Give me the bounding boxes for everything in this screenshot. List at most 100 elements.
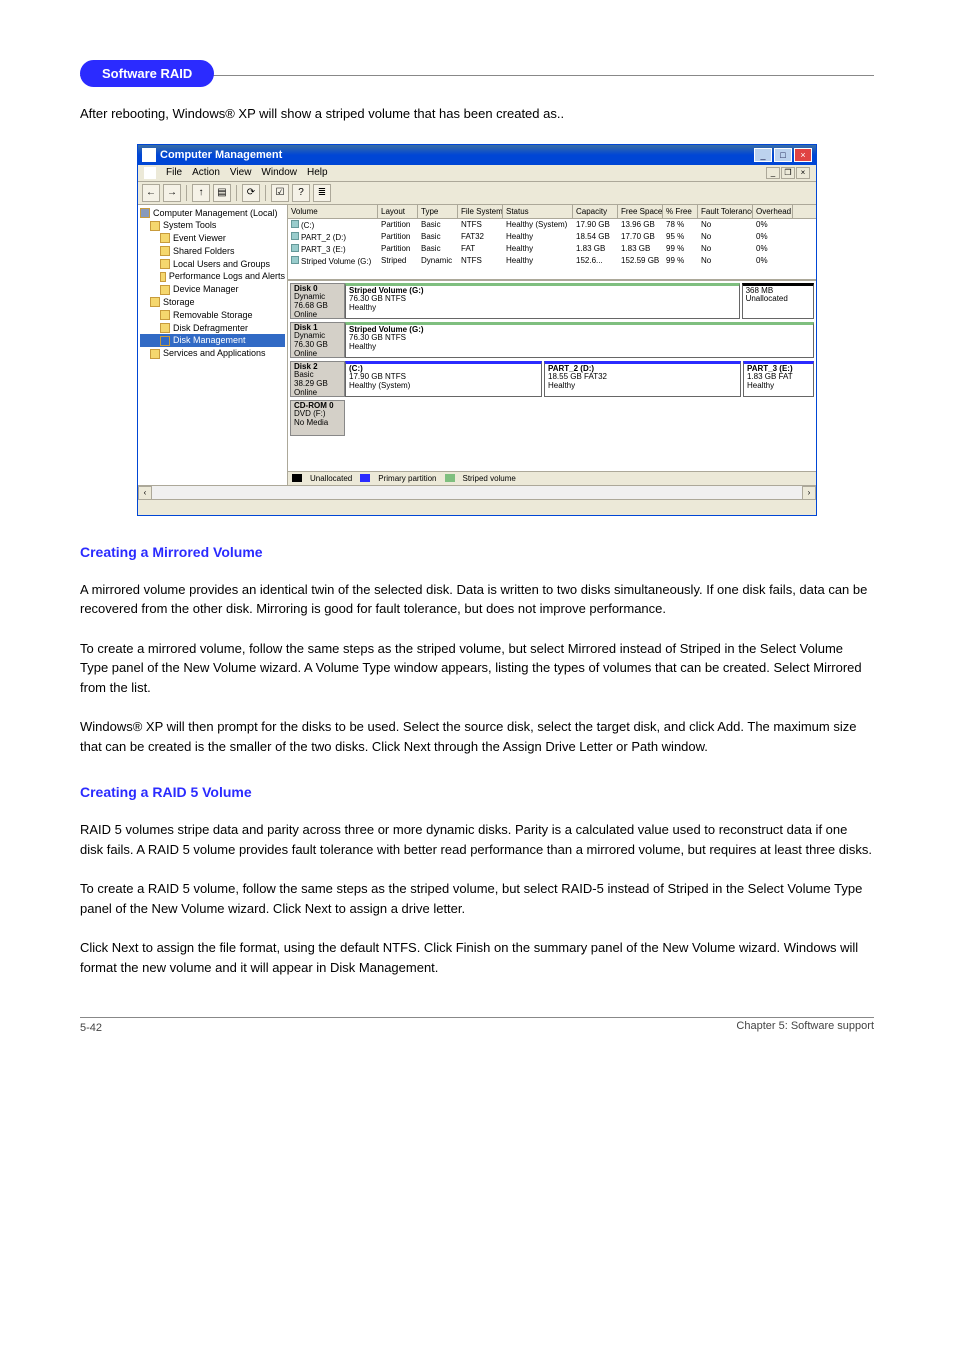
- users-icon: [160, 259, 170, 269]
- disk-partitions: Striped Volume (G:)76.30 GB NTFSHealthy: [345, 322, 814, 358]
- tree-disk-defrag[interactable]: Disk Defragmenter: [140, 322, 285, 335]
- vol-type: Basic: [418, 231, 458, 242]
- volume-row[interactable]: PART_2 (D:)PartitionBasicFAT32Healthy18.…: [288, 231, 816, 243]
- tree-storage[interactable]: Storage: [140, 296, 285, 309]
- tree-services-apps[interactable]: Services and Applications: [140, 347, 285, 360]
- disk-partition[interactable]: PART_3 (E:)1.83 GB FATHealthy: [743, 361, 814, 397]
- vol-status: Healthy: [503, 231, 573, 242]
- back-button[interactable]: ←: [142, 184, 160, 202]
- mdi-close[interactable]: ×: [796, 167, 810, 179]
- mdi-minimize[interactable]: _: [766, 167, 780, 179]
- col-volume[interactable]: Volume: [288, 205, 378, 218]
- col-fault[interactable]: Fault Tolerance: [698, 205, 753, 218]
- col-layout[interactable]: Layout: [378, 205, 418, 218]
- mdi-restore[interactable]: ❐: [781, 167, 795, 179]
- folder-icon: [150, 349, 160, 359]
- vol-type: Dynamic: [418, 255, 458, 266]
- vol-capacity: 1.83 GB: [573, 243, 618, 254]
- legend-swatch-unallocated: [292, 474, 302, 482]
- disk-map[interactable]: Disk 0Dynamic76.68 GBOnlineStriped Volum…: [288, 279, 816, 471]
- legend-swatch-primary: [360, 474, 370, 482]
- scroll-right-button[interactable]: ›: [802, 486, 816, 500]
- up-button[interactable]: ↑: [192, 184, 210, 202]
- maximize-button[interactable]: □: [774, 148, 792, 162]
- vol-free: 17.70 GB: [618, 231, 663, 242]
- vol-fs: NTFS: [458, 219, 503, 230]
- volume-row[interactable]: (C:)PartitionBasicNTFSHealthy (System)17…: [288, 219, 816, 231]
- properties-button[interactable]: ☑: [271, 184, 289, 202]
- disk-label[interactable]: Disk 2Basic38.29 GBOnline: [290, 361, 345, 397]
- disk-partition[interactable]: PART_2 (D:)18.55 GB FAT32Healthy: [544, 361, 741, 397]
- disk-partition[interactable]: Striped Volume (G:)76.30 GB NTFSHealthy: [345, 283, 740, 319]
- help-button[interactable]: ?: [292, 184, 310, 202]
- vol-free: 1.83 GB: [618, 243, 663, 254]
- toolbar-separator: [236, 185, 237, 201]
- intro-text: After rebooting, Windows® XP will show a…: [80, 104, 874, 124]
- refresh-button[interactable]: ⟳: [242, 184, 260, 202]
- list-view-button[interactable]: ≣: [313, 184, 331, 202]
- disk-mgmt-icon: [160, 336, 170, 346]
- menu-help[interactable]: Help: [307, 167, 328, 178]
- volume-row[interactable]: Striped Volume (G:)StripedDynamicNTFSHea…: [288, 255, 816, 267]
- show-hide-tree-button[interactable]: ▤: [213, 184, 231, 202]
- mirrored-heading: Creating a Mirrored Volume: [80, 544, 874, 560]
- window-title: Computer Management: [160, 149, 754, 161]
- menu-window[interactable]: Window: [261, 167, 297, 178]
- col-pctfree[interactable]: % Free: [663, 205, 698, 218]
- tree-system-tools[interactable]: System Tools: [140, 219, 285, 232]
- menu-action[interactable]: Action: [192, 167, 220, 178]
- scroll-track[interactable]: [152, 486, 802, 499]
- device-manager-icon: [160, 285, 170, 295]
- horizontal-scrollbar[interactable]: ‹ ›: [138, 485, 816, 499]
- vol-layout: Partition: [378, 231, 418, 242]
- disk-label[interactable]: Disk 0Dynamic76.68 GBOnline: [290, 283, 345, 319]
- volume-list-header[interactable]: Volume Layout Type File System Status Ca…: [288, 205, 816, 219]
- vol-fs: FAT: [458, 243, 503, 254]
- disk-partition[interactable]: (C:)17.90 GB NTFSHealthy (System): [345, 361, 542, 397]
- volume-icon: [291, 232, 299, 240]
- menu-file[interactable]: File: [166, 167, 182, 178]
- tree-shared-folders[interactable]: Shared Folders: [140, 245, 285, 258]
- volume-list[interactable]: (C:)PartitionBasicNTFSHealthy (System)17…: [288, 219, 816, 279]
- disk-label[interactable]: CD-ROM 0DVD (F:)No Media: [290, 400, 345, 436]
- scroll-left-button[interactable]: ‹: [138, 486, 152, 500]
- col-filesystem[interactable]: File System: [458, 205, 503, 218]
- close-button[interactable]: ×: [794, 148, 812, 162]
- vol-capacity: 18.54 GB: [573, 231, 618, 242]
- disk-partition[interactable]: 368 MBUnallocated: [742, 283, 814, 319]
- tree-local-users[interactable]: Local Users and Groups: [140, 258, 285, 271]
- vol-ft: No: [698, 219, 753, 230]
- menu-view[interactable]: View: [230, 167, 252, 178]
- col-freespace[interactable]: Free Space: [618, 205, 663, 218]
- col-capacity[interactable]: Capacity: [573, 205, 618, 218]
- tree-pane[interactable]: Computer Management (Local) System Tools…: [138, 205, 288, 485]
- tree-disk-management[interactable]: Disk Management: [140, 334, 285, 347]
- statusbar: [138, 499, 816, 515]
- vol-ft: No: [698, 255, 753, 266]
- disk-partition[interactable]: Striped Volume (G:)76.30 GB NTFSHealthy: [345, 322, 814, 358]
- col-status[interactable]: Status: [503, 205, 573, 218]
- vol-capacity: 17.90 GB: [573, 219, 618, 230]
- raid5-heading: Creating a RAID 5 Volume: [80, 784, 874, 800]
- tree-device-manager[interactable]: Device Manager: [140, 283, 285, 296]
- forward-button[interactable]: →: [163, 184, 181, 202]
- disk-label[interactable]: Disk 1Dynamic76.30 GBOnline: [290, 322, 345, 358]
- disk-row[interactable]: Disk 2Basic38.29 GBOnline(C:)17.90 GB NT…: [290, 361, 814, 397]
- col-type[interactable]: Type: [418, 205, 458, 218]
- disk-row[interactable]: CD-ROM 0DVD (F:)No Media: [290, 400, 814, 436]
- disk-row[interactable]: Disk 1Dynamic76.30 GBOnlineStriped Volum…: [290, 322, 814, 358]
- tree-root[interactable]: Computer Management (Local): [140, 207, 285, 220]
- col-overhead[interactable]: Overhead: [753, 205, 793, 218]
- vol-free: 13.96 GB: [618, 219, 663, 230]
- tree-perf-logs[interactable]: Performance Logs and Alerts: [140, 270, 285, 283]
- minimize-button[interactable]: _: [754, 148, 772, 162]
- perf-icon: [160, 272, 166, 282]
- disk-row[interactable]: Disk 0Dynamic76.68 GBOnlineStriped Volum…: [290, 283, 814, 319]
- footer-rule: [80, 1017, 874, 1018]
- computer-management-window: Computer Management _ □ × File Action Vi…: [137, 144, 817, 516]
- legend: Unallocated Primary partition Striped vo…: [288, 471, 816, 485]
- tree-removable-storage[interactable]: Removable Storage: [140, 309, 285, 322]
- volume-row[interactable]: PART_3 (E:)PartitionBasicFATHealthy1.83 …: [288, 243, 816, 255]
- volume-icon: [291, 256, 299, 264]
- tree-event-viewer[interactable]: Event Viewer: [140, 232, 285, 245]
